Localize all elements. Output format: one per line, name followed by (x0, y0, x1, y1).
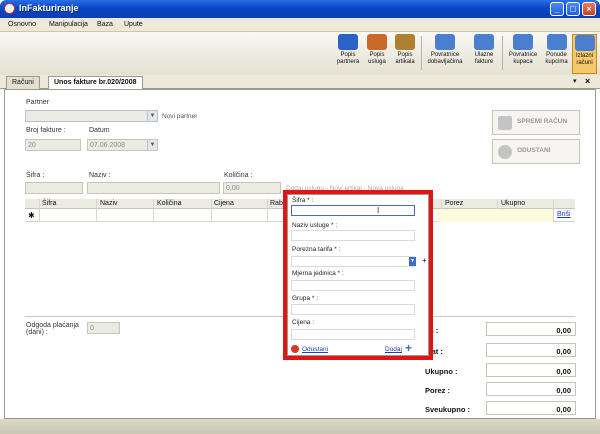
kolicina-label: Količina : (224, 172, 253, 179)
broj-fakture-label: Broj fakture : (26, 127, 66, 134)
menu-upute[interactable]: Upute (124, 21, 143, 28)
toolbar-povratnice-kupaca[interactable]: Povratnice kupaca (505, 34, 541, 74)
text-cursor-icon: I (377, 206, 380, 215)
column-cijena[interactable]: Cijena (214, 200, 234, 207)
window-title: InFakturiranje (19, 3, 79, 13)
total-value-ukupno: 0,00 (486, 363, 576, 377)
total-label-sveukupno: Sveukupno : (425, 405, 471, 414)
app-icon (4, 3, 15, 14)
total-value-iznos: 0,00 (486, 322, 576, 336)
tab-racuni[interactable]: Računi (6, 76, 40, 89)
sifra-label: Šifra : (26, 172, 45, 179)
popup-grupa-input[interactable] (291, 304, 415, 315)
toolbar-ulazne-fakture[interactable]: Ulazne fakture (470, 34, 498, 74)
total-value-porez: 0,00 (486, 382, 576, 396)
column-sifra[interactable]: Šifra (42, 200, 56, 207)
menu-baza[interactable]: Baza (97, 21, 113, 28)
popup-cijena-input[interactable] (291, 329, 415, 340)
minimize-button[interactable]: _ (550, 2, 564, 16)
toolbar-povratnice-dobavljacima[interactable]: Povratnice dobavljačima (424, 34, 466, 74)
odustani-button[interactable]: ODUSTANI (492, 139, 580, 164)
partners-icon (338, 34, 358, 50)
incoming-invoices-icon (474, 34, 494, 50)
spremi-racun-button[interactable]: SPREMI RAČUN (492, 110, 580, 135)
popup-naziv-input[interactable] (291, 230, 415, 241)
cancel-icon[interactable] (291, 345, 299, 353)
popup-odustani-link[interactable]: Odustani (302, 346, 328, 353)
odgoda-field[interactable]: 0 (87, 322, 120, 334)
broj-fakture-field[interactable]: 20 (25, 139, 81, 151)
toolbar-popis-usluga[interactable]: Popis usluga (364, 34, 390, 74)
return-customers-icon (513, 34, 533, 50)
column-ukupno[interactable]: Ukupno (501, 200, 525, 207)
popup-grupa-label: Grupa * : (292, 295, 319, 302)
toolbar-separator (502, 36, 503, 70)
popup-porezna-label: Porezna tarifa * : (292, 246, 341, 253)
naziv-label: Naziv : (89, 172, 111, 179)
total-label-porez: Porez : (425, 386, 451, 395)
popup-naziv-label: Naziv usluge * : (292, 222, 338, 229)
partner-combo[interactable]: ▼ (25, 110, 158, 122)
toolbar-popis-artikala[interactable]: Popis artikala (393, 34, 417, 74)
total-label-ukupno: Ukupno : (425, 367, 458, 376)
tab-unos-fakture[interactable]: Unos fakture br.020/2008 (48, 76, 143, 89)
popup-dodaj-link[interactable]: Dodaj (385, 346, 402, 353)
popup-sifra-input[interactable] (291, 205, 415, 216)
toolbar-separator (421, 36, 422, 70)
partner-label: Partner (26, 99, 49, 106)
popup-sifra-label: Šifra * : (292, 197, 314, 204)
articles-icon (395, 34, 415, 50)
novi-partner-link[interactable]: Novi partner (162, 113, 197, 120)
save-icon (498, 116, 512, 130)
popup-cijena-label: Cijena : (292, 319, 315, 326)
column-rabat[interactable]: Rab (270, 200, 283, 207)
toolbar-popis-partnera[interactable]: Popis partnera (336, 34, 360, 74)
kolicina-field[interactable]: 0,00 (223, 182, 281, 194)
popup-porezna-select[interactable] (291, 256, 415, 267)
maximize-button[interactable]: □ (566, 2, 580, 16)
datum-label: Datum (89, 127, 110, 134)
offers-icon (546, 34, 567, 50)
odgoda-label: Odgoda plaćanja (dani) : (26, 322, 79, 336)
chevron-down-icon[interactable]: ▼ (409, 257, 416, 266)
menu-bar (0, 18, 600, 32)
menu-manipulacija[interactable]: Manipulacija (49, 21, 88, 28)
column-kolicina[interactable]: Količina (157, 200, 182, 207)
naziv-field[interactable] (87, 182, 220, 194)
toolbar-izlazni-racuni[interactable]: Izlazni računi (572, 34, 597, 74)
sifra-field[interactable] (25, 182, 83, 194)
cancel-icon (498, 145, 512, 159)
column-naziv[interactable]: Naziv (100, 200, 118, 207)
services-icon (367, 34, 387, 50)
plus-icon[interactable]: + (405, 341, 412, 355)
return-suppliers-icon (435, 34, 455, 50)
popup-jedinica-label: Mjerna jedinica * : (292, 270, 344, 277)
chevron-down-icon: ▼ (147, 140, 157, 150)
popup-add-tarifa-button[interactable]: + (422, 256, 427, 265)
new-row-marker: ✱ (28, 211, 35, 220)
chevron-down-icon: ▼ (147, 111, 157, 121)
column-porez[interactable]: Porez (445, 200, 463, 207)
outgoing-invoices-icon (574, 35, 595, 51)
tab-close-icon[interactable]: × (585, 76, 590, 86)
datum-field[interactable]: 07.06.2008 ▼ (87, 139, 158, 151)
menu-osnovno[interactable]: Osnovno (8, 21, 36, 28)
close-button[interactable]: × (582, 2, 596, 16)
total-value-sveukupno: 0,00 (486, 401, 576, 415)
tab-dropdown-icon[interactable]: ▾ (573, 77, 577, 85)
brisi-link[interactable]: Briši (557, 211, 571, 218)
grid-cell-highlight (437, 209, 553, 222)
total-value-rabat: 0,00 (486, 343, 576, 357)
title-bar (0, 0, 600, 18)
status-bar (0, 419, 600, 434)
popup-jedinica-input[interactable] (291, 280, 415, 291)
toolbar-ponude-kupcima[interactable]: Ponude kupcima (543, 34, 570, 74)
